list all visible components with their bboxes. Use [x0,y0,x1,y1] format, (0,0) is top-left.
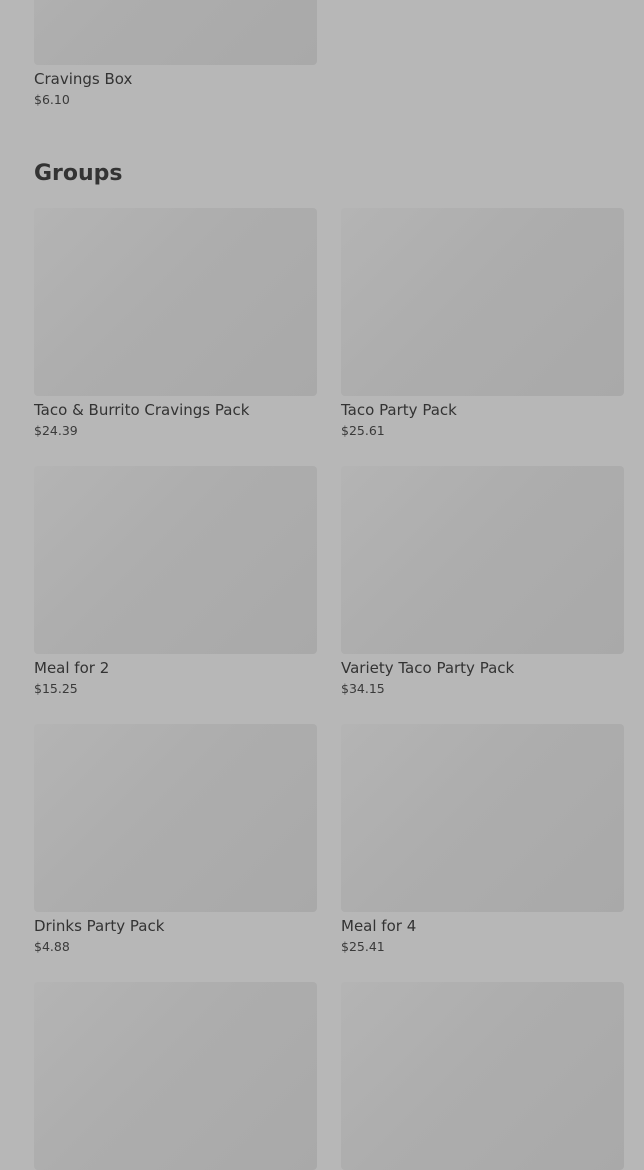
section-title-groups: Groups [34,161,123,186]
menu-item-card[interactable]: Taco Party Pack $25.61 [341,208,624,438]
menu-page: Cravings Box $6.10 Groups Taco & Burrito… [0,0,644,1170]
menu-item-image [34,0,317,65]
menu-item-price: $4.88 [34,939,70,954]
menu-item-card[interactable]: Meal for 4 $25.41 [341,724,624,954]
menu-item-name: Cravings Box [34,70,133,88]
menu-item-image [34,466,317,654]
menu-item-price: $24.39 [34,423,78,438]
menu-item-card[interactable] [34,982,317,1170]
menu-item-image [341,724,624,912]
menu-item-price: $25.61 [341,423,385,438]
menu-item-card[interactable]: Variety Taco Party Pack $34.15 [341,466,624,696]
menu-item-price: $34.15 [341,681,385,696]
menu-item-name: Meal for 4 [341,917,417,935]
menu-item-price: $15.25 [34,681,78,696]
menu-item-image [341,982,624,1170]
menu-item-name: Meal for 2 [34,659,110,677]
menu-item-price: $25.41 [341,939,385,954]
menu-item-image [34,982,317,1170]
menu-item-image [341,208,624,396]
menu-item-card[interactable]: Meal for 2 $15.25 [34,466,317,696]
menu-item-name: Taco & Burrito Cravings Pack [34,401,250,419]
menu-item-card[interactable]: Cravings Box $6.10 [34,0,317,107]
menu-item-card[interactable]: Taco & Burrito Cravings Pack $24.39 [34,208,317,438]
menu-item-name: Variety Taco Party Pack [341,659,515,677]
menu-item-name: Taco Party Pack [341,401,457,419]
menu-item-card[interactable] [341,982,624,1170]
menu-item-image [341,466,624,654]
menu-item-image [34,208,317,396]
menu-item-image [34,724,317,912]
menu-item-price: $6.10 [34,92,70,107]
menu-item-card[interactable]: Drinks Party Pack $4.88 [34,724,317,954]
menu-item-name: Drinks Party Pack [34,917,165,935]
